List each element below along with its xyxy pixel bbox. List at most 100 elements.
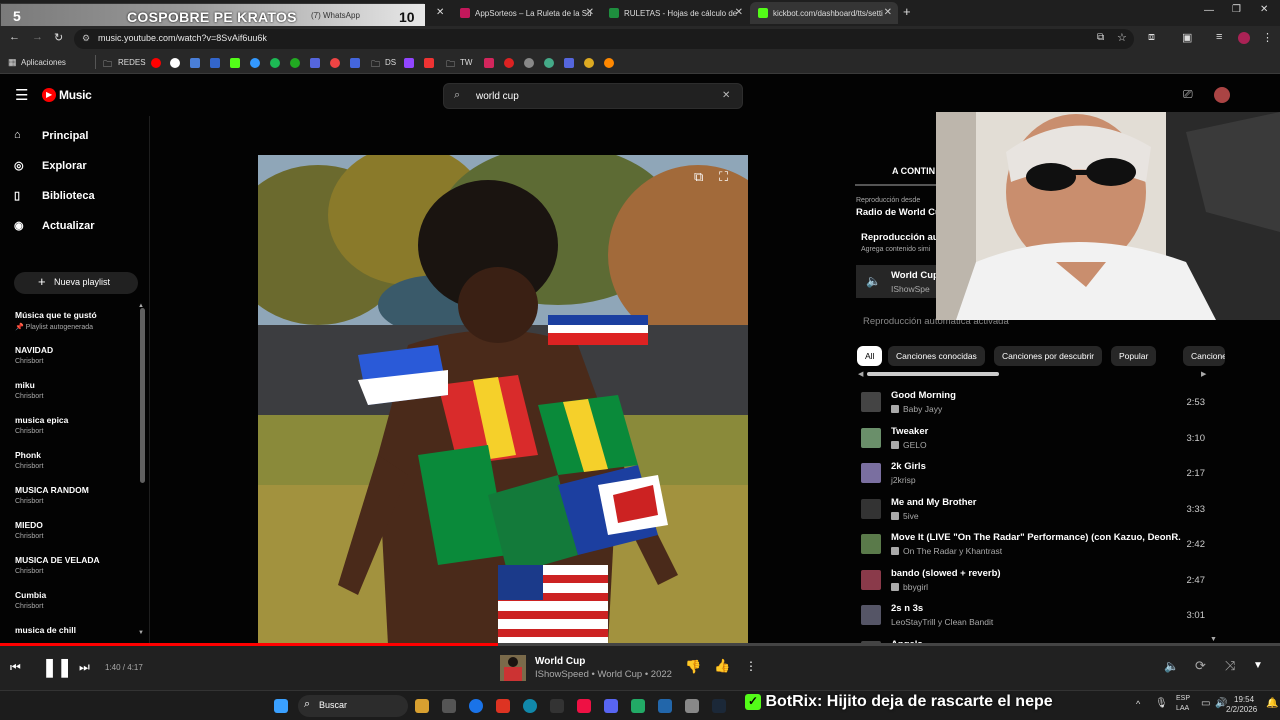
site-info-icon[interactable]: ⚙ <box>82 33 90 44</box>
tab-up-next[interactable]: A CONTIN <box>892 166 935 176</box>
sidebar-item-principal[interactable]: ⌂ Principal <box>14 129 88 143</box>
bookmark-icon[interactable] <box>504 58 514 68</box>
network-icon[interactable]: ▭ <box>1201 698 1210 709</box>
taskbar-app-icon[interactable] <box>577 699 591 713</box>
bookmark-icon[interactable] <box>350 58 360 68</box>
clear-search-icon[interactable]: ✕ <box>722 90 730 101</box>
bookmark-ds[interactable]: DS <box>385 58 396 67</box>
bookmark-apps[interactable]: Aplicaciones <box>21 58 66 67</box>
now-playing-title[interactable]: World Cup <box>535 656 585 667</box>
scroll-right-icon[interactable]: ▶ <box>1201 370 1206 378</box>
avatar[interactable] <box>1214 87 1230 103</box>
chrome-icon[interactable] <box>469 699 483 713</box>
close-icon[interactable]: ✕ <box>884 7 892 18</box>
bookmark-icon[interactable] <box>190 58 200 68</box>
microphone-icon[interactable]: 🎙 <box>1155 698 1168 709</box>
close-icon[interactable]: ✕ <box>735 7 743 18</box>
taskbar-app-icon[interactable] <box>658 699 672 713</box>
tray-chevron-icon[interactable]: ^ <box>1136 699 1140 709</box>
scroll-down-icon[interactable]: ▼ <box>1210 636 1217 643</box>
search-input[interactable]: ⌕ world cup ✕ <box>443 83 743 109</box>
previous-track-icon[interactable]: ⏮ <box>10 660 21 675</box>
queue-item[interactable]: bando (slowed + reverb) bbygirl 2:47 <box>855 566 1225 602</box>
install-app-icon[interactable]: ⧉ <box>1097 32 1104 43</box>
close-icon[interactable]: ✕ <box>586 7 594 18</box>
repeat-icon[interactable]: ⟳ <box>1195 658 1206 674</box>
extensions-icon[interactable]: ⧈ <box>1148 31 1155 44</box>
back-arrow-icon[interactable]: ← <box>9 31 20 43</box>
close-icon[interactable]: ✕ <box>436 7 444 18</box>
pause-icon[interactable]: ❚❚ <box>42 657 72 678</box>
bookmark-icon[interactable] <box>330 58 340 68</box>
taskbar-search[interactable]: ⌕ Buscar <box>298 695 408 717</box>
media-icon[interactable]: ≡ <box>1216 31 1222 43</box>
google-icon[interactable] <box>170 58 180 68</box>
scroll-down-icon[interactable]: ▼ <box>138 630 144 636</box>
chip-canciones-por-descubrir[interactable]: Canciones por descubrir <box>994 346 1103 366</box>
notifications-icon[interactable]: 🔔 <box>1266 698 1278 709</box>
tab-appsorteos[interactable]: AppSorteos – La Ruleta de la Su ✕ <box>452 2 600 24</box>
volume-icon[interactable]: 🔈 <box>1164 659 1179 673</box>
youtube-icon[interactable] <box>151 58 161 68</box>
taskbar-app-icon[interactable] <box>496 699 510 713</box>
scroll-up-icon[interactable]: ▲ <box>138 303 144 309</box>
queue-item[interactable]: 2k Girls j2krisp 2:17 <box>855 459 1225 495</box>
bookmark-star-icon[interactable]: ☆ <box>1117 31 1127 44</box>
menu-dots-icon[interactable]: ⋮ <box>1262 31 1273 44</box>
bookmark-tw[interactable]: TW <box>460 58 472 67</box>
sidebar-item-biblioteca[interactable]: ▯ Biblioteca <box>14 189 95 203</box>
queue-item[interactable]: Tweaker GELO 3:10 <box>855 424 1225 460</box>
menu-hamburger-icon[interactable]: ☰ <box>15 86 28 104</box>
taskbar-app-icon[interactable] <box>442 699 456 713</box>
bookmark-redes[interactable]: REDES <box>118 58 146 67</box>
miniplayer-icon[interactable]: ⧉ <box>694 169 703 185</box>
bookmark-icon[interactable] <box>210 58 220 68</box>
sidepanel-icon[interactable]: ▣ <box>1182 31 1192 44</box>
bookmark-icon[interactable] <box>424 58 434 68</box>
bookmark-icon[interactable] <box>604 58 614 68</box>
bookmark-icon[interactable] <box>524 58 534 68</box>
tab-kickbot[interactable]: kickbot.com/dashboard/tts/setti ✕ <box>750 2 898 24</box>
chip-popular[interactable]: Popular <box>1111 346 1157 366</box>
ytmusic-logo-icon[interactable]: ▶ <box>42 88 56 102</box>
cast-icon[interactable]: ⎚ <box>1183 87 1193 102</box>
edge-icon[interactable] <box>523 699 537 713</box>
sidebar-item-actualizar[interactable]: ◉ Actualizar <box>14 219 95 233</box>
expand-player-icon[interactable]: ▼ <box>1253 660 1263 671</box>
scroll-left-icon[interactable]: ◀ <box>858 370 863 378</box>
chip-scrollbar[interactable] <box>867 372 999 376</box>
tab-ruletas[interactable]: RULETAS - Hojas de cálculo de ✕ <box>601 2 749 24</box>
bookmark-icon[interactable] <box>544 58 554 68</box>
steam-icon[interactable] <box>712 699 726 713</box>
obs-icon[interactable] <box>550 699 564 713</box>
queue-item[interactable]: Me and My Brother 5ive 3:33 <box>855 495 1225 531</box>
queue-item[interactable]: Move It (LIVE "On The Radar" Performance… <box>855 530 1225 566</box>
forward-arrow-icon[interactable]: → <box>32 31 43 43</box>
shuffle-icon[interactable]: ⤨ <box>1225 658 1235 674</box>
chip-canciones-conocidas[interactable]: Canciones conocidas <box>888 346 985 366</box>
like-icon[interactable]: 👍 <box>714 658 730 674</box>
sidebar-item-explorar[interactable]: ◎ Explorar <box>14 159 87 173</box>
address-bar[interactable]: ⚙ music.youtube.com/watch?v=8SvAif6uu6k <box>74 29 1134 49</box>
new-playlist-button[interactable]: + Nueva playlist <box>14 272 138 294</box>
spotify-icon[interactable] <box>270 58 280 68</box>
queue-item[interactable]: 2s n 3s LeoStayTrill y Clean Bandit 3:01 <box>855 601 1225 637</box>
kick-icon[interactable] <box>230 58 240 68</box>
bookmark-icon[interactable] <box>484 58 494 68</box>
apps-grid-icon[interactable]: ▦ <box>8 57 17 68</box>
bookmark-icon[interactable] <box>584 58 594 68</box>
profile-avatar[interactable] <box>1238 32 1250 44</box>
clock-time[interactable]: 19:54 <box>1234 695 1254 704</box>
dislike-icon[interactable]: 👎 <box>685 659 701 675</box>
sidebar-scrollbar[interactable] <box>140 308 145 483</box>
now-playing-thumbnail[interactable] <box>500 655 526 681</box>
bookmark-icon[interactable] <box>250 58 260 68</box>
twitch-icon[interactable] <box>404 58 414 68</box>
windows-start-icon[interactable] <box>274 699 288 713</box>
taskbar-app-icon[interactable] <box>685 699 699 713</box>
more-options-icon[interactable]: ⋮ <box>745 659 757 673</box>
file-explorer-icon[interactable] <box>415 699 429 713</box>
discord-icon[interactable] <box>604 699 618 713</box>
bookmark-icon[interactable] <box>310 58 320 68</box>
maximize-button[interactable]: ❐ <box>1232 4 1241 15</box>
